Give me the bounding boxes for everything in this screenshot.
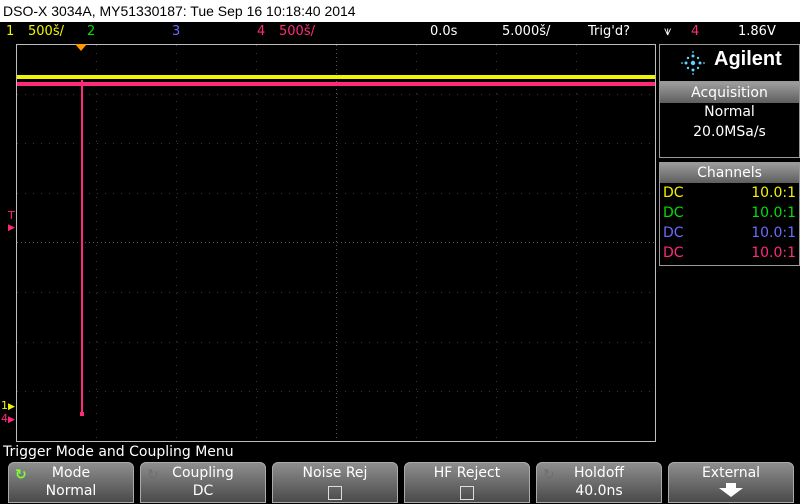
trigger-level-arrow-icon: ▶	[8, 223, 15, 233]
sample-rate: 20.0MSa/s	[693, 124, 766, 140]
noise-reject-label: Noise Rej	[302, 465, 368, 481]
waveform-display[interactable]	[16, 44, 656, 442]
channel-row-4: DC 10.0:1	[663, 243, 796, 263]
ch1-coupling: DC	[663, 185, 684, 201]
mode-label: Mode	[51, 465, 91, 481]
noise-reject-softkey[interactable]: Noise Rej	[272, 462, 398, 503]
ch2-number[interactable]: 2	[87, 22, 95, 42]
ch2-coupling: DC	[663, 205, 684, 221]
holdoff-label: Holdoff	[573, 465, 625, 481]
ch4-probe: 10.0:1	[751, 245, 796, 261]
ch4-number[interactable]: 4	[257, 22, 265, 42]
hf-reject-checkbox[interactable]	[460, 486, 474, 500]
hf-reject-softkey[interactable]: HF Reject	[404, 462, 530, 503]
status-bar: 1 500š/ 2 3 4 500š/ 0.0s 5.000š/ Trig'd?…	[0, 22, 800, 42]
coupling-softkey[interactable]: ↻ Coupling DC	[140, 462, 266, 503]
trigger-source[interactable]: 4	[691, 22, 699, 42]
trigger-level-marker[interactable]: T ▶	[8, 210, 15, 234]
coupling-label: Coupling	[172, 465, 234, 481]
acquisition-header: Acquisition	[660, 83, 799, 103]
time-scale[interactable]: 5.000š/	[502, 22, 550, 42]
external-softkey[interactable]: External	[668, 462, 794, 503]
ch1-ground-arrow-icon: ▶	[8, 402, 15, 412]
channel-row-3: DC 10.0:1	[663, 223, 796, 243]
ch4-coupling: DC	[663, 245, 684, 261]
ch4-ground-arrow-icon: ▶	[8, 415, 15, 425]
ch1-trace	[17, 75, 655, 79]
ch1-scale[interactable]: 500š/	[28, 22, 64, 42]
menu-title: Trigger Mode and Coupling Menu	[3, 444, 234, 460]
ch4-scale[interactable]: 500š/	[279, 22, 315, 42]
trigger-level-label: T	[8, 209, 15, 222]
graticule	[17, 45, 655, 441]
ch1-number[interactable]: 1	[6, 22, 14, 42]
coupling-value: DC	[192, 483, 214, 499]
ch3-coupling: DC	[663, 225, 684, 241]
ch2-probe: 10.0:1	[751, 205, 796, 221]
ch4-ground-marker[interactable]: 4	[1, 412, 8, 425]
ch4-trace	[17, 82, 655, 86]
channels-header: Channels	[660, 163, 799, 183]
agilent-spark-icon	[681, 51, 705, 75]
brand-name: Agilent	[714, 48, 782, 70]
trigger-status: Trig'd?	[588, 24, 630, 39]
ch3-number[interactable]: 3	[172, 22, 180, 42]
ch4-edge	[81, 80, 83, 416]
channel-row-2: DC 10.0:1	[663, 203, 796, 223]
down-arrow-icon	[719, 483, 743, 497]
acquisition-panel[interactable]: Acquisition	[659, 82, 800, 158]
external-label: External	[701, 465, 761, 481]
acquisition-mode: Normal	[704, 104, 755, 120]
trigger-position-marker[interactable]	[75, 44, 87, 52]
ch3-probe: 10.0:1	[751, 225, 796, 241]
window-title: DSO-X 3034A, MY51330187: Tue Sep 16 10:1…	[0, 0, 800, 22]
ch4-endpoint	[80, 412, 84, 416]
noise-reject-checkbox[interactable]	[328, 486, 342, 500]
ch1-ground-marker[interactable]: 1	[1, 399, 8, 412]
ch1-probe: 10.0:1	[751, 185, 796, 201]
ground-markers: 1▶ 4▶	[1, 400, 15, 426]
trigger-slope-icon: ⩛	[664, 24, 672, 39]
trigger-level[interactable]: 1.86V	[738, 22, 776, 42]
hf-reject-label: HF Reject	[433, 465, 501, 481]
holdoff-softkey[interactable]: ↻ Holdoff 40.0ns	[536, 462, 662, 503]
mode-value: Normal	[45, 483, 97, 499]
channel-row-1: DC 10.0:1	[663, 183, 796, 203]
time-offset[interactable]: 0.0s	[430, 22, 457, 42]
mode-softkey[interactable]: ↻ Mode Normal	[8, 462, 134, 503]
holdoff-value: 40.0ns	[575, 483, 623, 499]
